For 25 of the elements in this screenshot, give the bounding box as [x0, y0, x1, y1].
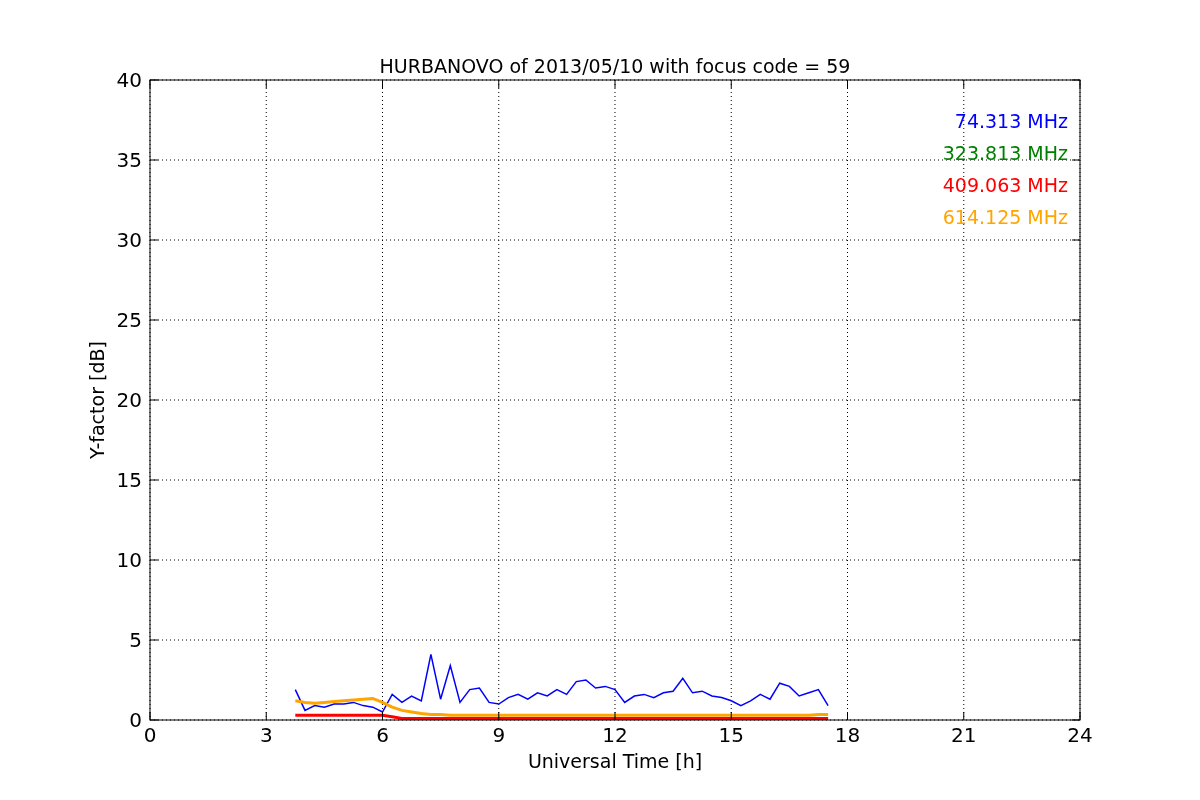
tick-label: 25	[116, 308, 142, 332]
tick-label: 15	[718, 723, 744, 747]
tick-label: 0	[143, 723, 157, 747]
tick-label: 6	[376, 723, 389, 747]
tick-label: 30	[116, 228, 142, 252]
legend-label: 614.125 MHz	[942, 206, 1068, 228]
legend-label: 409.063 MHz	[942, 174, 1068, 196]
legend-label: 323.813 MHz	[942, 142, 1068, 164]
tick-label: 5	[129, 628, 142, 652]
tick-label: 20	[116, 388, 142, 412]
tick-label: 10	[116, 548, 142, 572]
tick-label: 9	[492, 723, 506, 747]
tick-label: 0	[129, 708, 142, 732]
tick-label: 35	[116, 148, 142, 172]
x-axis-label: Universal Time [h]	[527, 750, 703, 772]
y-axis-label: Y-factor [dB]	[86, 341, 108, 459]
chart-title: HURBANOVO of 2013/05/10 with focus code = 59	[379, 55, 851, 77]
tick-label: 3	[259, 723, 273, 747]
tick-label: 12	[602, 723, 628, 747]
tick-label: 40	[116, 68, 142, 92]
legend-label: 74.313 MHz	[954, 110, 1068, 132]
tick-label: 15	[116, 468, 142, 492]
tick-label: 21	[951, 723, 977, 747]
tick-label: 24	[1067, 723, 1093, 747]
tick-label: 18	[834, 723, 861, 747]
